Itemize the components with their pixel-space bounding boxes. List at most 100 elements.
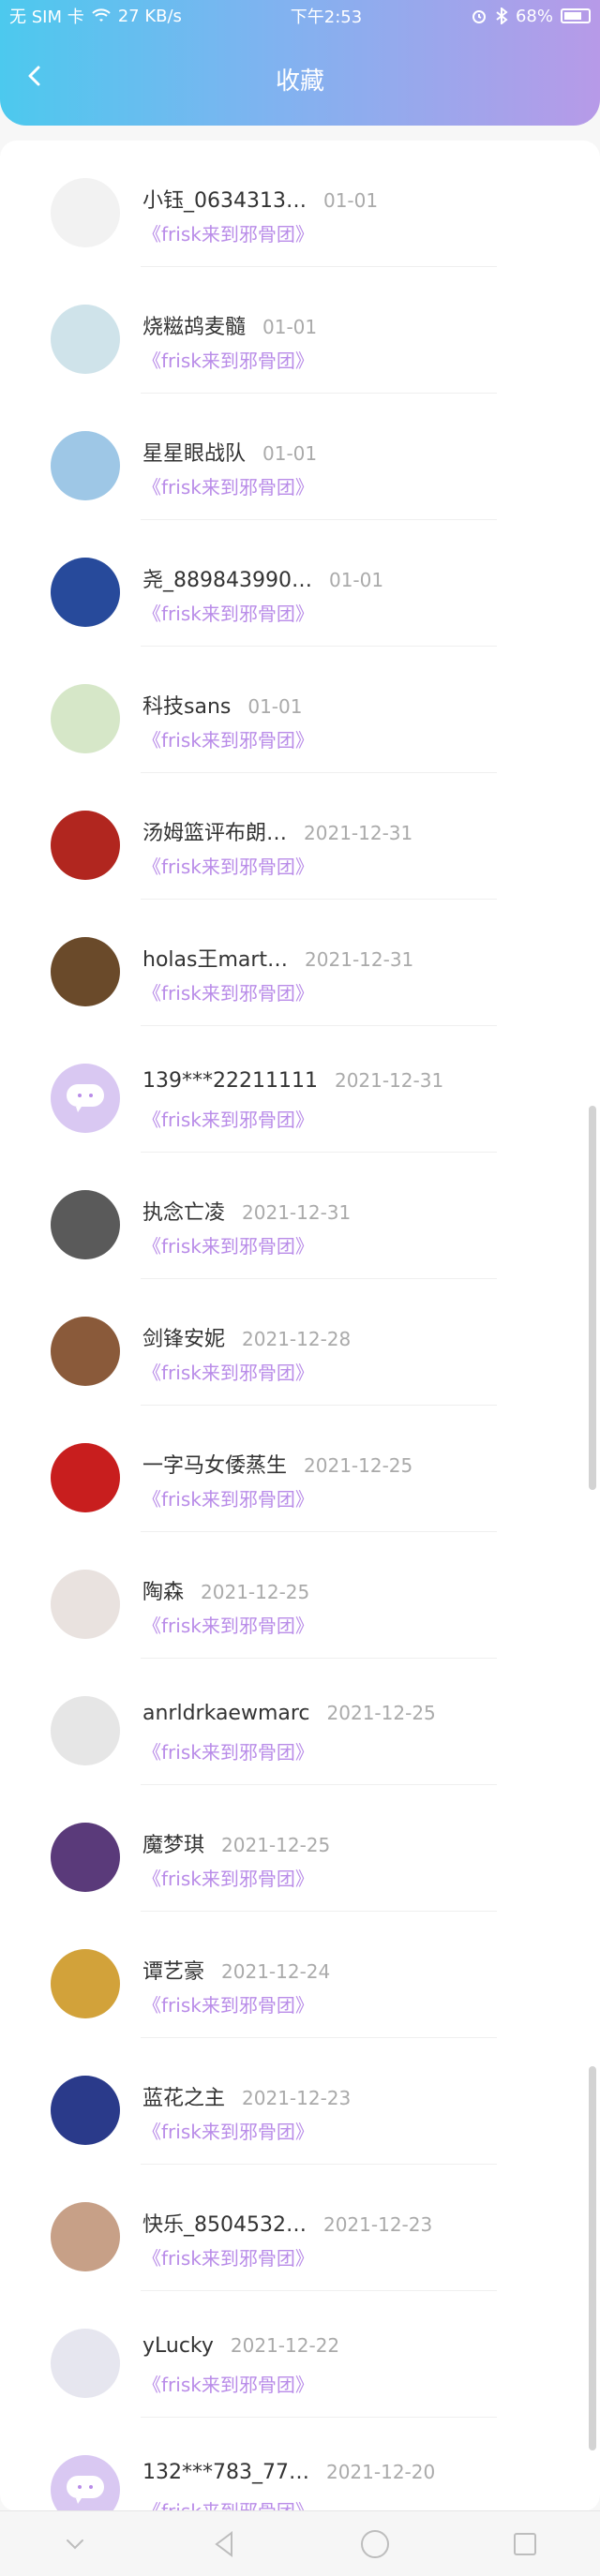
list-item[interactable]: anrldrkaewmarc 2021-12-25 《frisk来到邪骨团》 <box>0 1659 600 1785</box>
avatar[interactable] <box>51 1190 120 1259</box>
avatar[interactable] <box>51 178 120 247</box>
avatar[interactable] <box>51 558 120 627</box>
battery-icon <box>560 8 591 23</box>
item-time: 2021-12-25 <box>304 1454 413 1477</box>
user-name: yLucky <box>142 2334 214 2358</box>
item-title[interactable]: 《frisk来到邪骨团》 <box>142 2243 314 2271</box>
list-item[interactable]: 汤姆篮评布朗… 2021-12-31 《frisk来到邪骨团》 <box>0 773 600 900</box>
avatar[interactable] <box>51 937 120 1006</box>
avatar[interactable] <box>51 1823 120 1892</box>
avatar[interactable] <box>51 1443 120 1512</box>
list-item[interactable]: holas王mart… 2021-12-31 《frisk来到邪骨团》 <box>0 900 600 1026</box>
item-title[interactable]: 《frisk来到邪骨团》 <box>142 2370 314 2397</box>
status-right: 68% <box>471 7 591 26</box>
item-header: 汤姆篮评布朗… 2021-12-31 <box>142 816 412 846</box>
item-title[interactable]: 《frisk来到邪骨团》 <box>142 599 314 626</box>
item-header: holas王mart… 2021-12-31 <box>142 943 413 973</box>
status-left: 无 SIM 卡 27 KB/s <box>9 4 182 28</box>
avatar[interactable] <box>51 1570 120 1639</box>
user-name: 139***22211111 <box>142 1069 318 1093</box>
favorites-list: 小钰_0634313… 01-01 《frisk来到邪骨团》 烧糍鸪麦髓 01-… <box>0 141 600 2511</box>
nav-recents-button[interactable] <box>497 2521 553 2568</box>
chevron-left-icon <box>28 66 40 86</box>
list-item[interactable]: 陶森 2021-12-25 《frisk来到邪骨团》 <box>0 1532 600 1659</box>
avatar[interactable] <box>51 2076 120 2145</box>
avatar[interactable] <box>51 811 120 880</box>
item-header: 尧_889843990… 01-01 <box>142 563 383 593</box>
item-time: 2021-12-31 <box>304 822 413 844</box>
item-time: 2021-12-23 <box>242 2087 352 2109</box>
triangle-back-icon <box>215 2530 232 2557</box>
item-title[interactable]: 《frisk来到邪骨团》 <box>142 219 314 246</box>
list-item[interactable]: 132***783_77… 2021-12-20 《frisk来到邪骨团》 <box>0 2418 600 2511</box>
item-title[interactable]: 《frisk来到邪骨团》 <box>142 1737 314 1764</box>
item-header: 执念亡凌 2021-12-31 <box>142 1196 351 1226</box>
list-item[interactable]: 星星眼战队 01-01 《frisk来到邪骨团》 <box>0 394 600 520</box>
item-header: 科技sans 01-01 <box>142 690 302 720</box>
user-name: 科技sans <box>142 695 232 719</box>
user-name: 烧糍鸪麦髓 <box>142 316 247 339</box>
item-title[interactable]: 《frisk来到邪骨团》 <box>142 2496 314 2511</box>
list-item[interactable]: 执念亡凌 2021-12-31 《frisk来到邪骨团》 <box>0 1153 600 1279</box>
item-title[interactable]: 《frisk来到邪骨团》 <box>142 472 314 499</box>
item-title[interactable]: 《frisk来到邪骨团》 <box>142 852 314 879</box>
back-button[interactable] <box>19 60 51 92</box>
list-item[interactable]: 烧糍鸪麦髓 01-01 《frisk来到邪骨团》 <box>0 267 600 394</box>
avatar[interactable] <box>51 305 120 374</box>
avatar[interactable] <box>51 2202 120 2271</box>
nav-back-button[interactable] <box>197 2521 253 2568</box>
item-header: 小钰_0634313… 01-01 <box>142 184 378 214</box>
clock: 下午2:53 <box>290 7 363 27</box>
user-name: 蓝花之主 <box>142 2087 226 2110</box>
item-title[interactable]: 《frisk来到邪骨团》 <box>142 978 314 1005</box>
item-title[interactable]: 《frisk来到邪骨团》 <box>142 1611 314 1638</box>
item-title[interactable]: 《frisk来到邪骨团》 <box>142 1105 314 1132</box>
nav-home-button[interactable] <box>347 2521 403 2568</box>
network-speed: 27 KB/s <box>117 6 182 26</box>
item-title[interactable]: 《frisk来到邪骨团》 <box>142 1231 314 1258</box>
avatar[interactable] <box>51 1317 120 1386</box>
item-time: 2021-12-31 <box>305 948 414 971</box>
item-title[interactable]: 《frisk来到邪骨团》 <box>142 1864 314 1891</box>
list-item[interactable]: 蓝花之主 2021-12-23 《frisk来到邪骨团》 <box>0 2038 600 2165</box>
item-time: 01-01 <box>322 189 379 212</box>
list-item[interactable]: 快乐_8504532… 2021-12-23 《frisk来到邪骨团》 <box>0 2165 600 2291</box>
list-item[interactable]: 谭艺豪 2021-12-24 《frisk来到邪骨团》 <box>0 1912 600 2038</box>
avatar[interactable] <box>51 431 120 500</box>
item-time: 2021-12-25 <box>221 1834 331 1856</box>
item-title[interactable]: 《frisk来到邪骨团》 <box>142 1990 314 2018</box>
alarm-icon <box>472 10 486 23</box>
item-title[interactable]: 《frisk来到邪骨团》 <box>142 2117 314 2144</box>
list-item[interactable]: 科技sans 01-01 《frisk来到邪骨团》 <box>0 647 600 773</box>
list-item[interactable]: 剑锋安妮 2021-12-28 《frisk来到邪骨团》 <box>0 1279 600 1406</box>
avatar[interactable] <box>51 2455 120 2511</box>
item-title[interactable]: 《frisk来到邪骨团》 <box>142 346 314 373</box>
user-name: anrldrkaewmarc <box>142 1702 310 1725</box>
list-item[interactable]: 139***22211111 2021-12-31 《frisk来到邪骨团》 <box>0 1026 600 1153</box>
avatar[interactable] <box>51 1064 120 1133</box>
avatar[interactable] <box>51 1949 120 2018</box>
item-header: 谭艺豪 2021-12-24 <box>142 1955 330 1985</box>
item-time: 2021-12-20 <box>325 2461 436 2483</box>
item-time: 2021-12-25 <box>201 1581 310 1603</box>
scrollbar[interactable] <box>589 1106 596 1490</box>
user-name: 132***783_77… <box>142 2461 309 2484</box>
nav-collapse-button[interactable] <box>47 2521 103 2568</box>
square-recents-icon <box>514 2532 536 2555</box>
list-item[interactable]: yLucky 2021-12-22 《frisk来到邪骨团》 <box>0 2291 600 2418</box>
avatar[interactable] <box>51 2329 120 2398</box>
avatar[interactable] <box>51 684 120 753</box>
avatar[interactable] <box>51 1696 120 1765</box>
list-item[interactable]: 魔梦琪 2021-12-25 《frisk来到邪骨团》 <box>0 1785 600 1912</box>
item-header: 蓝花之主 2021-12-23 <box>142 2081 351 2111</box>
item-title[interactable]: 《frisk来到邪骨团》 <box>142 1358 314 1385</box>
scrollbar[interactable] <box>589 2066 596 2450</box>
list-item[interactable]: 一字马女倭蒸生 2021-12-25 《frisk来到邪骨团》 <box>0 1406 600 1532</box>
user-name: 星星眼战队 <box>142 442 247 466</box>
item-title[interactable]: 《frisk来到邪骨团》 <box>142 1484 314 1511</box>
list-item[interactable]: 小钰_0634313… 01-01 《frisk来到邪骨团》 <box>0 141 600 267</box>
item-header: 139***22211111 2021-12-31 <box>142 1069 443 1093</box>
item-header: 剑锋安妮 2021-12-28 <box>142 1322 351 1352</box>
item-title[interactable]: 《frisk来到邪骨团》 <box>142 725 314 752</box>
list-item[interactable]: 尧_889843990… 01-01 《frisk来到邪骨团》 <box>0 520 600 647</box>
